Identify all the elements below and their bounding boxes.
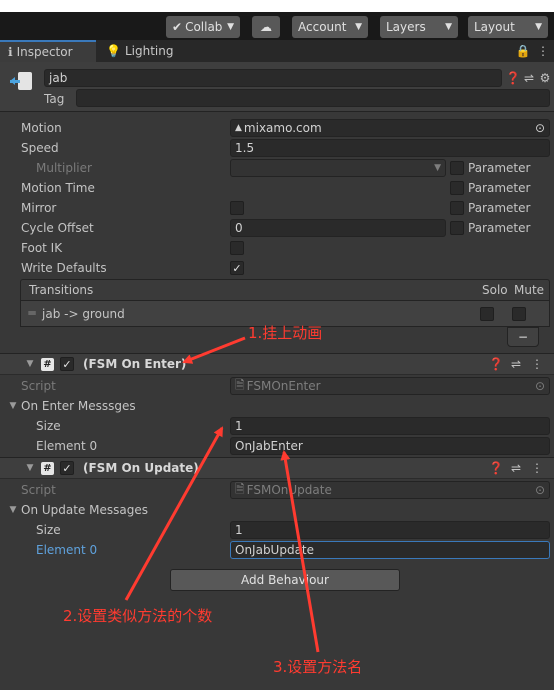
annotation-arrow-2 xyxy=(124,426,224,601)
annotation-1: 1.挂上动画 xyxy=(248,324,323,342)
annotation-arrows xyxy=(124,336,320,653)
annotation-2: 2.设置类似方法的个数 xyxy=(63,607,213,625)
annotation-3: 3.设置方法名 xyxy=(273,658,363,676)
annotation-arrow-3 xyxy=(280,450,320,653)
annotation-arrow-1 xyxy=(182,336,246,364)
